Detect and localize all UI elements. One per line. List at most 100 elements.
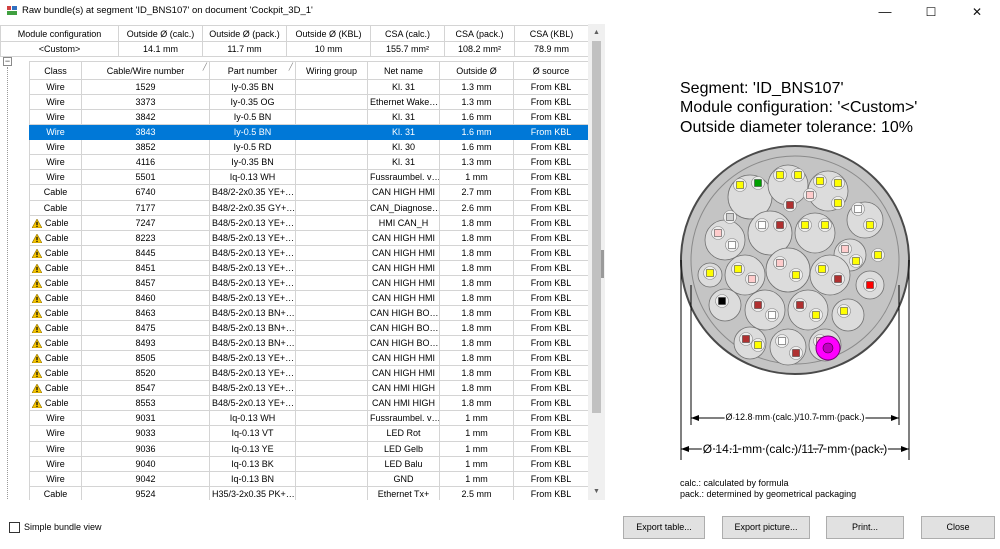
close-window-button[interactable]: ✕ bbox=[954, 0, 1000, 24]
cell-cable-number: 9042 bbox=[81, 470, 210, 487]
scroll-thumb[interactable] bbox=[592, 41, 601, 413]
cell-diameter-source: From KBL bbox=[513, 154, 589, 171]
scroll-up-icon[interactable]: ▲ bbox=[588, 24, 605, 41]
summary-header-od-calc[interactable]: Outside Ø (calc.) bbox=[118, 25, 203, 42]
cell-wiring-group bbox=[295, 229, 368, 246]
header-outside-diameter[interactable]: Outside Ø bbox=[439, 61, 514, 80]
wire-core bbox=[754, 179, 762, 187]
table-row[interactable]: Cable 8463 B48/5-2x0.13 BN+… CAN HIGH BO… 1.… bbox=[29, 304, 589, 322]
simple-bundle-view-label[interactable]: Simple bundle view bbox=[24, 522, 102, 532]
export-picture-button[interactable]: Export picture... bbox=[722, 516, 810, 539]
maximize-button[interactable]: ☐ bbox=[908, 0, 954, 24]
table-row[interactable]: Wire 9042 Iq-0.13 BN GND 1 mm From KBL bbox=[29, 470, 589, 487]
table-row[interactable]: Cable 8445 B48/5-2x0.13 YE+… CAN HIGH HMI 1.… bbox=[29, 244, 589, 261]
summary-header-csa-pack[interactable]: CSA (pack.) bbox=[444, 25, 515, 42]
cell-net-name: Kl. 31 bbox=[367, 154, 440, 171]
summary-header-csa-kbl[interactable]: CSA (KBL) bbox=[514, 25, 589, 42]
header-class[interactable]: Class bbox=[29, 61, 82, 80]
panel-splitter-handle[interactable] bbox=[601, 250, 604, 278]
outer-dim-arrow-left bbox=[681, 446, 689, 452]
cell-diameter-source: From KBL bbox=[513, 184, 589, 201]
table-row[interactable]: Cable 8547 B48/5-2x0.13 YE+… CAN HMI HIGH 1.… bbox=[29, 380, 589, 397]
cell-part-number: Iy-0.35 BN bbox=[209, 154, 296, 171]
table-row[interactable]: Cable 8505 B48/5-2x0.13 YE+… CAN HIGH HMI 1.… bbox=[29, 350, 589, 367]
cell-cable-number: 9036 bbox=[81, 440, 210, 457]
wire-core bbox=[794, 171, 802, 179]
collapse-icon[interactable]: − bbox=[3, 57, 12, 66]
highlighted-wire-core bbox=[822, 342, 834, 354]
table-row[interactable]: Cable 9524 H35/3-2x0.35 PK+… Ethernet Tx+ 2.… bbox=[29, 485, 589, 500]
table-row[interactable]: Cable 8475 B48/5-2x0.13 BN+… CAN HIGH BO… 1.… bbox=[29, 319, 589, 337]
summary-header-csa-calc[interactable]: CSA (calc.) bbox=[370, 25, 445, 42]
table-row[interactable]: Cable 8223 B48/5-2x0.13 YE+… CAN HIGH HMI 1.… bbox=[29, 229, 589, 246]
header-cable-number[interactable]: Cable/Wire number ╱ bbox=[81, 61, 210, 80]
table-row[interactable]: Cable 8553 B48/5-2x0.13 YE+… CAN HMI HIGH 1.… bbox=[29, 395, 589, 412]
close-button[interactable]: Close bbox=[921, 516, 995, 539]
cell-wiring-group bbox=[295, 485, 368, 500]
cell-outside-diameter: 1 mm bbox=[439, 470, 514, 487]
table-row[interactable]: Wire 3852 Iy-0.5 RD Kl. 30 1.6 mm From KBL bbox=[29, 139, 589, 156]
cell-wiring-group bbox=[295, 169, 368, 186]
cell-diameter-source: From KBL bbox=[513, 365, 589, 382]
cell-diameter-source: From KBL bbox=[513, 455, 589, 472]
cell-wiring-group bbox=[295, 380, 368, 397]
cell-outside-diameter: 1.6 mm bbox=[439, 109, 514, 126]
table-row[interactable]: Wire 1529 Iy-0.35 BN Kl. 31 1.3 mm From KBL bbox=[29, 78, 589, 96]
wire-core bbox=[866, 281, 874, 289]
cell-cable-number: 8223 bbox=[81, 229, 210, 246]
cell-diameter-source: From KBL bbox=[513, 169, 589, 186]
table-row[interactable]: Wire 9033 Iq-0.13 VT LED Rot 1 mm From KBL bbox=[29, 425, 589, 442]
cell-net-name: CAN HIGH BO… bbox=[367, 335, 440, 352]
cell-diameter-source: From KBL bbox=[513, 259, 589, 276]
summary-row[interactable]: <Custom> 14.1 mm 11.7 mm 10 mm 155.7 mm²… bbox=[0, 41, 589, 57]
cell-cable-number: 8475 bbox=[81, 319, 210, 337]
cell-wiring-group bbox=[295, 94, 368, 111]
bundle-grid[interactable]: Module configuration Outside Ø (calc.) O… bbox=[0, 24, 605, 500]
table-row[interactable]: Wire 5501 Iq-0.13 WH Fussraumbel. v… 1 mm Fro… bbox=[29, 169, 589, 186]
wire-core bbox=[874, 251, 882, 259]
cell-part-number: B48/5-2x0.13 YE+… bbox=[209, 259, 296, 276]
table-row[interactable]: Cable 6740 B48/2-2x0.35 YE+… CAN HIGH HMI 2.… bbox=[29, 184, 589, 201]
table-row[interactable]: Wire 9031 Iq-0.13 WH Fussraumbel. v… 1 mm Fro… bbox=[29, 410, 589, 427]
table-row[interactable]: Wire 3843 Iy-0.5 BN Kl. 31 1.6 mm From KBL bbox=[29, 124, 589, 141]
wire-table[interactable]: Class Cable/Wire number ╱ Part number ╱ Wi… bbox=[29, 61, 589, 500]
header-part-number[interactable]: Part number ╱ bbox=[209, 61, 296, 80]
simple-bundle-view-checkbox[interactable] bbox=[9, 522, 20, 533]
warning-icon bbox=[32, 278, 42, 288]
table-row[interactable]: Wire 3373 Iy-0.35 OG Ethernet Wake… 1.3 mm Fr… bbox=[29, 94, 589, 111]
scroll-down-icon[interactable]: ▼ bbox=[588, 483, 605, 500]
minimize-button[interactable]: — bbox=[862, 0, 908, 24]
table-row[interactable]: Wire 4116 Iy-0.35 BN Kl. 31 1.3 mm From KBL bbox=[29, 154, 589, 171]
summary-header-od-pack[interactable]: Outside Ø (pack.) bbox=[202, 25, 287, 42]
header-diameter-source[interactable]: Ø source bbox=[513, 61, 589, 80]
summary-header-od-kbl[interactable]: Outside Ø (KBL) bbox=[286, 25, 371, 42]
header-net-name[interactable]: Net name bbox=[367, 61, 440, 80]
cell-net-name: LED Balu bbox=[367, 455, 440, 472]
wire-core bbox=[792, 349, 800, 357]
cell-cable-number: 6740 bbox=[81, 184, 210, 201]
table-row[interactable]: Wire 9036 Iq-0.13 YE LED Gelb 1 mm From KBL bbox=[29, 440, 589, 457]
print-button[interactable]: Print... bbox=[826, 516, 904, 539]
summary-header-module[interactable]: Module configuration bbox=[0, 25, 119, 42]
table-row[interactable]: Cable 8457 B48/5-2x0.13 YE+… CAN HIGH HMI 1.… bbox=[29, 274, 589, 291]
cable-tube bbox=[769, 328, 807, 366]
cell-diameter-source: From KBL bbox=[513, 425, 589, 442]
table-row[interactable]: Cable 8493 B48/5-2x0.13 BN+… CAN HIGH BO… 1.… bbox=[29, 335, 589, 352]
export-table-button[interactable]: Export table... bbox=[623, 516, 705, 539]
header-wiring-group[interactable]: Wiring group bbox=[295, 61, 368, 80]
table-row[interactable]: Wire 3842 Iy-0.5 BN Kl. 31 1.6 mm From KBL bbox=[29, 109, 589, 126]
cell-cable-number: 3852 bbox=[81, 139, 210, 156]
cell-cable-number: 3842 bbox=[81, 109, 210, 126]
cell-part-number: B48/5-2x0.13 YE+… bbox=[209, 229, 296, 246]
cell-wiring-group bbox=[295, 410, 368, 427]
table-row[interactable]: Cable 7177 B48/2-2x0.35 GY+… CAN_Diagnose… 2… bbox=[29, 199, 589, 216]
cell-wiring-group bbox=[295, 350, 368, 367]
table-row[interactable]: Cable 8520 B48/5-2x0.13 YE+… CAN HIGH HMI 1.… bbox=[29, 365, 589, 382]
warning-icon bbox=[32, 218, 42, 228]
table-row[interactable]: Wire 9040 Iq-0.13 BK LED Balu 1 mm From KBL bbox=[29, 455, 589, 472]
table-row[interactable]: Cable 8451 B48/5-2x0.13 YE+… CAN HIGH HMI 1.… bbox=[29, 259, 589, 276]
table-row[interactable]: Cable 7247 B48/5-2x0.13 YE+… HMI CAN_H 1.8 m… bbox=[29, 214, 589, 231]
cell-outside-diameter: 1.8 mm bbox=[439, 350, 514, 367]
table-row[interactable]: Cable 8460 B48/5-2x0.13 YE+… CAN HIGH HMI 1.… bbox=[29, 289, 589, 306]
cell-class: Cable bbox=[29, 485, 82, 500]
